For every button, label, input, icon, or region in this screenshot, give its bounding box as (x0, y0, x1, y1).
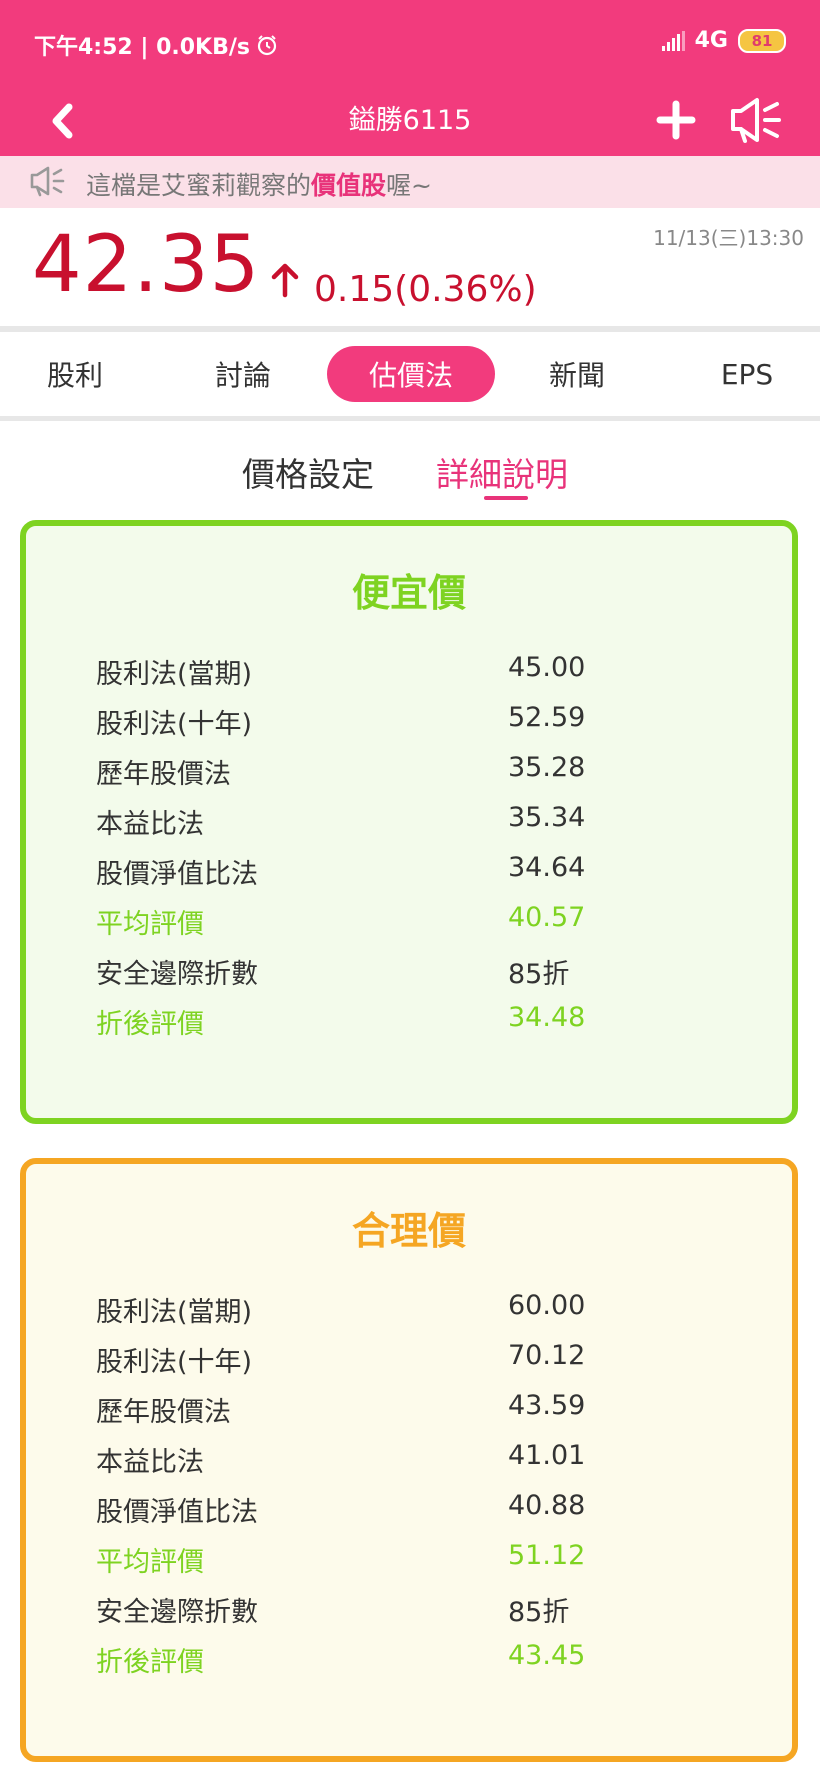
row-value: 43.59 (508, 1390, 586, 1421)
table-row: 安全邊際折數 85折 (96, 1582, 696, 1632)
divider (0, 416, 820, 421)
alarm-icon (257, 35, 277, 56)
row-label: 股價淨值比法 (96, 1497, 258, 1528)
row-label: 股利法(當期) (96, 1297, 253, 1328)
table-row: 本益比法 41.01 (96, 1432, 696, 1482)
quote-panel: 11/13(三)13:30 42.35 0.15(0.36%) (0, 208, 820, 326)
row-value: 34.64 (508, 852, 586, 883)
quote-change: 0.15(0.36%) (314, 269, 537, 310)
table-row: 歷年股價法 43.59 (96, 1382, 696, 1432)
row-value: 85折 (508, 959, 570, 990)
row-label: 折後評價 (96, 1009, 204, 1040)
battery-icon: 81 (738, 28, 786, 53)
quote-time: 11/13(三)13:30 (653, 226, 804, 250)
table-row: 平均評價 51.12 (96, 1532, 696, 1582)
row-label: 股價淨值比法 (96, 859, 258, 890)
tab-dividend[interactable]: 股利 (20, 346, 130, 402)
row-value: 41.01 (508, 1440, 586, 1471)
table-row: 股利法(十年) 70.12 (96, 1332, 696, 1382)
table-row: 股價淨值比法 40.88 (96, 1482, 696, 1532)
row-value: 52.59 (508, 702, 586, 733)
card-title: 合理價 (351, 1209, 466, 1253)
table-row: 股利法(十年) 52.59 (96, 694, 696, 744)
table-row: 安全邊際折數 85折 (96, 944, 696, 994)
row-value: 70.12 (508, 1340, 586, 1371)
row-label: 安全邊際折數 (96, 959, 258, 990)
megaphone-icon (731, 98, 781, 143)
notice-banner: 這檔是艾蜜莉觀察的價值股喔~ (0, 156, 820, 208)
row-label: 安全邊際折數 (96, 1597, 258, 1628)
notice-suffix: 喔~ (386, 171, 432, 200)
row-value: 51.12 (508, 1540, 586, 1571)
row-value: 85折 (508, 1597, 570, 1628)
megaphone-icon (30, 166, 65, 197)
status-time-speed: 下午4:52 | 0.0KB/s (34, 35, 250, 60)
subtab-indicator (484, 496, 528, 500)
tab-valuation[interactable]: 估價法 (327, 346, 495, 402)
network-label: 4G (694, 28, 728, 53)
subtab-details[interactable]: 詳細說明 (436, 448, 568, 496)
row-value: 35.28 (508, 752, 586, 783)
card-title: 便宜價 (351, 571, 466, 615)
table-row: 本益比法 35.34 (96, 794, 696, 844)
subtab-price-settings[interactable]: 價格設定 (242, 448, 374, 496)
status-bar: 下午4:52 | 0.0KB/s 4G 81 (0, 0, 820, 86)
row-label: 本益比法 (96, 809, 204, 840)
signal-icon (661, 30, 685, 51)
plus-icon (656, 100, 696, 140)
tab-discussion[interactable]: 討論 (188, 346, 298, 402)
tab-eps[interactable]: EPS (692, 346, 802, 402)
row-value: 60.00 (508, 1290, 586, 1321)
row-value: 40.57 (508, 902, 586, 933)
add-button[interactable] (652, 96, 700, 144)
table-row: 股價淨值比法 34.64 (96, 844, 696, 894)
table-row: 股利法(當期) 45.00 (96, 644, 696, 694)
row-value: 45.00 (508, 652, 586, 683)
notice-text: 這檔是艾蜜莉觀察的價值股喔~ (86, 166, 432, 202)
tab-bar: 股利 討論 估價法 新聞 EPS (0, 332, 820, 418)
row-label: 股利法(當期) (96, 659, 253, 690)
row-value: 43.45 (508, 1640, 586, 1671)
row-value: 34.48 (508, 1002, 586, 1033)
row-label: 股利法(十年) (96, 1347, 253, 1378)
row-label: 歷年股價法 (96, 759, 231, 790)
table-row: 歷年股價法 35.28 (96, 744, 696, 794)
row-value: 35.34 (508, 802, 586, 833)
row-label: 本益比法 (96, 1447, 204, 1478)
notice-highlight: 價值股 (311, 171, 387, 200)
tab-news[interactable]: 新聞 (522, 346, 632, 402)
table-row: 折後評價 34.48 (96, 994, 696, 1044)
row-label: 歷年股價法 (96, 1397, 231, 1428)
app-bar: 鎰勝6115 (0, 86, 820, 156)
table-row: 股利法(當期) 60.00 (96, 1282, 696, 1332)
announcement-button[interactable] (724, 92, 786, 148)
battery-level: 81 (751, 31, 773, 50)
quote-price: 42.35 (32, 220, 261, 310)
row-label: 股利法(十年) (96, 709, 253, 740)
table-row: 折後評價 43.45 (96, 1632, 696, 1682)
notice-prefix: 這檔是艾蜜莉觀察的 (86, 171, 312, 200)
table-row: 平均評價 40.57 (96, 894, 696, 944)
row-label: 平均評價 (96, 1547, 204, 1578)
row-value: 40.88 (508, 1490, 586, 1521)
arrow-up-icon (271, 263, 299, 298)
cheap-price-card: 便宜價 股利法(當期) 45.00 股利法(十年) 52.59 歷年股價法 35… (20, 520, 798, 1124)
row-label: 折後評價 (96, 1647, 204, 1678)
row-label: 平均評價 (96, 909, 204, 940)
fair-price-card: 合理價 股利法(當期) 60.00 股利法(十年) 70.12 歷年股價法 43… (20, 1158, 798, 1762)
